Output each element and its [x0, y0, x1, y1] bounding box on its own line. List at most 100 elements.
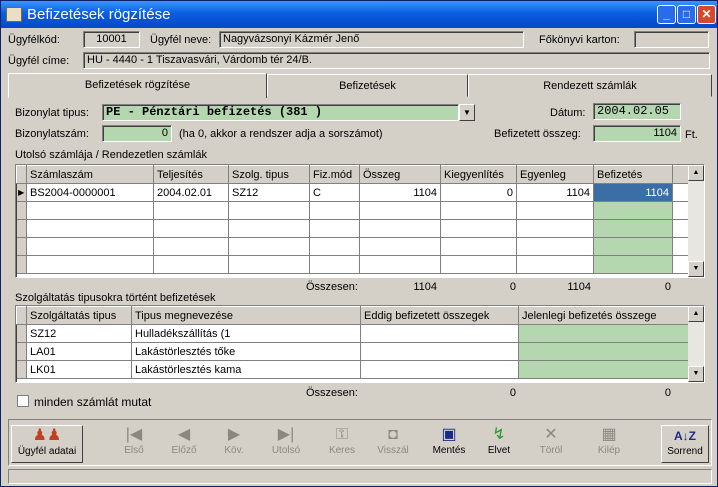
- maximize-button[interactable]: □: [677, 5, 696, 24]
- chevron-down-icon[interactable]: ▼: [459, 104, 475, 121]
- invoices-total-egyenleg: 1104: [567, 281, 591, 293]
- delete-button[interactable]: ✕ Töröl: [529, 425, 573, 463]
- tab-payments[interactable]: Befizetések: [267, 74, 468, 97]
- cell-nev[interactable]: Hulladékszállítás (1: [131, 324, 361, 343]
- col-header-teljesites[interactable]: Teljesítés: [153, 165, 229, 184]
- document-number-hint: (ha 0, akkor a rendszer adja a sorszámot…: [179, 128, 383, 140]
- next-button[interactable]: ▶ Köv.: [214, 425, 254, 463]
- table-row[interactable]: [16, 219, 689, 238]
- prev-button[interactable]: ◀ Előző: [164, 425, 204, 463]
- cell-tipus[interactable]: LK01: [26, 360, 132, 379]
- cell-szolg[interactable]: SZ12: [228, 183, 310, 202]
- search-button[interactable]: ⚿ Keres: [320, 425, 364, 463]
- invoices-scrollbar[interactable]: ▲ ▼: [688, 165, 704, 277]
- close-button[interactable]: ✕: [697, 5, 716, 24]
- tab-payment-entry[interactable]: Befizetések rögzítése: [8, 73, 267, 98]
- first-button[interactable]: |◀ Első: [114, 425, 154, 463]
- col-header-kiegyenlites[interactable]: Kiegyenlítés: [440, 165, 517, 184]
- customer-code-field[interactable]: 10001: [83, 31, 140, 48]
- people-icon: ♟♟: [32, 427, 62, 444]
- cell-teljesites[interactable]: 2004.02.01: [153, 183, 229, 202]
- col-header-jelenlegi-befizetes[interactable]: Jelenlegi befizetés összege: [518, 306, 689, 325]
- col-header-fizmod[interactable]: Fiz.mód: [309, 165, 360, 184]
- tab-settled-invoices[interactable]: Rendezett számlák: [468, 74, 712, 97]
- exit-icon: ▦: [601, 426, 617, 443]
- table-row[interactable]: SZ12 Hulladékszállítás (1: [16, 324, 689, 343]
- col-header-osszeg[interactable]: Összeg: [359, 165, 441, 184]
- table-row[interactable]: [16, 237, 689, 256]
- invoices-header-row: Számlaszám Teljesítés Szolg. tipus Fiz.m…: [16, 165, 689, 184]
- currency-label: Ft.: [685, 129, 698, 141]
- cell-tipus[interactable]: LA01: [26, 342, 132, 361]
- cell-befizetes[interactable]: 1104: [593, 183, 673, 202]
- sort-button[interactable]: A↓Z Sorrend: [661, 425, 709, 463]
- customer-address-label: Ügyfél címe:: [8, 55, 70, 67]
- document-type-label: Bizonylat tipus:: [15, 107, 89, 119]
- row-indicator-header: [16, 165, 27, 184]
- document-type-select[interactable]: PE - Pénztári befizetés (381 ): [102, 104, 459, 121]
- services-header-row: Szolgáltatás tipus Tipus megnevezése Edd…: [16, 306, 689, 325]
- table-row[interactable]: LA01 Lakástörlesztés tőke: [16, 342, 689, 361]
- undo-button[interactable]: ◘ Visszál: [371, 425, 415, 463]
- cell-nev[interactable]: Lakástörlesztés kama: [131, 360, 361, 379]
- col-header-egyenleg[interactable]: Egyenleg: [516, 165, 594, 184]
- cell-fizmod[interactable]: C: [309, 183, 360, 202]
- next-icon: ▶: [227, 426, 241, 443]
- customer-data-button[interactable]: ♟♟ Ügyfél adatai: [11, 425, 83, 463]
- services-total-eddig: 0: [509, 387, 516, 399]
- customer-name-label: Ügyfél neve:: [150, 34, 212, 46]
- cell-kiegyenlites[interactable]: 0: [440, 183, 517, 202]
- cell-nev[interactable]: Lakástörlesztés tőke: [131, 342, 361, 361]
- customer-address-field[interactable]: HU - 4440 - 1 Tiszavasvári, Várdomb tér …: [83, 52, 710, 69]
- services-grid[interactable]: Szolgáltatás tipus Tipus megnevezése Edd…: [15, 305, 705, 383]
- save-button[interactable]: ▣ Mentés: [427, 425, 471, 463]
- invoices-grid[interactable]: Számlaszám Teljesítés Szolg. tipus Fiz.m…: [15, 164, 705, 278]
- ledger-card-label: Főkönyvi karton:: [539, 34, 620, 46]
- col-header-szamlaszam[interactable]: Számlaszám: [26, 165, 154, 184]
- scroll-down-icon[interactable]: ▼: [688, 261, 704, 277]
- delete-icon: ✕: [544, 426, 558, 443]
- services-scrollbar[interactable]: ▲ ▼: [688, 306, 704, 382]
- scroll-up-icon[interactable]: ▲: [688, 306, 704, 322]
- paid-amount-label: Befizetett összeg:: [494, 128, 581, 140]
- col-header-eddig-befizetett[interactable]: Eddig befizetett összegek: [360, 306, 519, 325]
- scroll-down-icon[interactable]: ▼: [688, 366, 704, 382]
- cell-szamlaszam[interactable]: BS2004-0000001: [26, 183, 154, 202]
- last-icon: ▶|: [277, 426, 295, 443]
- col-header-tipus-megnevezese[interactable]: Tipus megnevezése: [131, 306, 361, 325]
- invoices-section-title: Utolsó számlája / Rendezetlen számlák: [15, 149, 207, 161]
- first-icon: |◀: [125, 426, 143, 443]
- show-all-checkbox[interactable]: [17, 395, 29, 407]
- scroll-up-icon[interactable]: ▲: [688, 165, 704, 181]
- customer-code-label: Ügyfélkód:: [8, 34, 60, 46]
- invoices-total-osszeg: 1104: [413, 281, 437, 293]
- discard-button[interactable]: ↯ Elvet: [477, 425, 521, 463]
- main-window: Befizetések rögzítése _ □ ✕ Ügyfélkód: 1…: [0, 0, 718, 487]
- services-total-jelenlegi: 0: [664, 387, 671, 399]
- ledger-card-field[interactable]: [634, 31, 709, 48]
- document-number-field[interactable]: 0: [102, 125, 172, 142]
- document-number-label: Bizonylatszám:: [15, 128, 89, 140]
- cell-osszeg[interactable]: 1104: [359, 183, 441, 202]
- invoices-total-kiegy: 0: [509, 281, 516, 293]
- discard-icon: ↯: [492, 426, 506, 443]
- minimize-button[interactable]: _: [657, 5, 676, 24]
- app-icon: [6, 7, 22, 22]
- cell-tipus[interactable]: SZ12: [26, 324, 132, 343]
- col-header-befizetes[interactable]: Befizetés: [593, 165, 673, 184]
- table-row[interactable]: [16, 201, 689, 220]
- toolbar: ♟♟ Ügyfél adatai |◀ Első ◀ Előző ▶ Köv. ▶| Ut…: [8, 419, 712, 466]
- date-field[interactable]: 2004.02.05: [593, 103, 681, 120]
- cell-egyenleg[interactable]: 1104: [516, 183, 594, 202]
- customer-name-field[interactable]: Nagyvázsonyi Kázmér Jenő: [219, 31, 524, 48]
- paid-amount-field[interactable]: 1104: [593, 125, 681, 142]
- title-bar: Befizetések rögzítése _ □ ✕: [1, 1, 717, 28]
- col-header-szolg-tipus[interactable]: Szolgáltatás tipus: [26, 306, 132, 325]
- col-header-szolg-tipus[interactable]: Szolg. tipus: [228, 165, 310, 184]
- table-row[interactable]: ▶ BS2004-0000001 2004.02.01 SZ12 C 1104 …: [16, 183, 689, 202]
- table-row[interactable]: [16, 255, 689, 274]
- last-button[interactable]: ▶| Utolsó: [264, 425, 308, 463]
- services-section-title: Szolgáltatás tipusokra történt befizetés…: [15, 292, 216, 304]
- table-row[interactable]: LK01 Lakástörlesztés kama: [16, 360, 689, 379]
- exit-button[interactable]: ▦ Kilép: [587, 425, 631, 463]
